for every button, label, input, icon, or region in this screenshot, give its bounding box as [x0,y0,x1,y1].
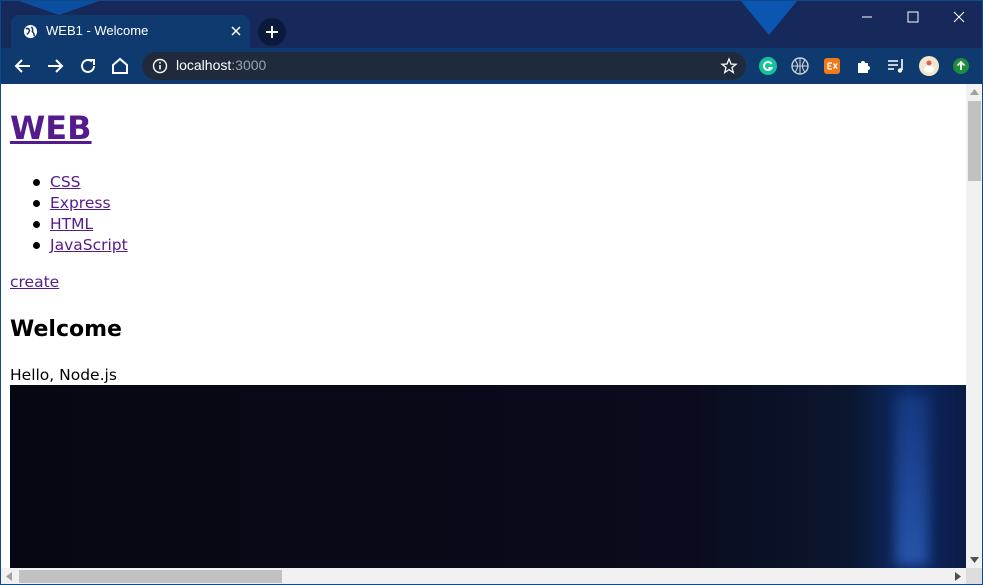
browser-tab[interactable]: WEB1 - Welcome [11,15,250,48]
minimize-button[interactable] [844,5,889,29]
puzzle-icon[interactable] [853,55,875,77]
list-item: Express [10,193,128,214]
topic-link-css[interactable]: CSS [50,173,81,191]
vertical-scrollbar[interactable] [966,84,982,568]
url-text[interactable]: localhost:3000 [176,57,266,73]
reload-icon[interactable] [76,54,100,78]
topic-list: CSS Express HTML JavaScript [10,172,128,256]
create-link[interactable]: create [10,272,59,292]
globe-icon [23,24,38,39]
new-tab-button[interactable] [258,18,286,46]
title-bar-decoration [19,1,99,15]
arrow-left-icon[interactable] [11,54,35,78]
list-item: CSS [10,172,128,193]
plus-icon [266,26,278,38]
topic-link-javascript[interactable]: JavaScript [50,236,128,254]
vertical-scroll-thumb[interactable] [968,101,981,181]
close-icon[interactable] [228,23,244,39]
info-icon[interactable] [152,58,168,74]
arrow-right-icon[interactable] [43,54,67,78]
update-icon[interactable] [950,55,972,77]
hello-image [10,385,966,568]
page-description: Hello, Node.js [10,366,117,384]
scroll-left-icon[interactable] [6,572,12,581]
topic-link-express[interactable]: Express [50,194,111,212]
translate-globe-icon[interactable] [789,55,811,77]
topic-link-html[interactable]: HTML [50,215,93,233]
page-title-link[interactable]: WEB [10,109,92,147]
image-light-streak [895,395,929,565]
title-bar: WEB1 - Welcome [1,1,982,48]
star-icon[interactable] [720,57,738,75]
title-bar-decoration [741,1,797,35]
scroll-down-icon[interactable] [970,557,979,563]
horizontal-scrollbar[interactable] [1,568,966,584]
scroll-right-icon[interactable] [955,572,961,581]
scrollbar-corner [966,568,982,584]
list-item: HTML [10,214,128,235]
ex-icon[interactable] [821,55,843,77]
home-icon[interactable] [108,54,132,78]
tab-title: WEB1 - Welcome [46,23,149,38]
url-port: :3000 [231,57,267,73]
reading-list-icon[interactable] [885,55,907,77]
page-heading: Welcome [10,317,122,342]
address-bar[interactable]: localhost:3000 [142,52,746,80]
scroll-up-icon[interactable] [970,89,979,95]
avatar-icon[interactable] [918,55,940,77]
list-item: JavaScript [10,235,128,256]
horizontal-scroll-thumb[interactable] [19,570,282,583]
browser-window: WEB1 - Welcome localhost:3000 WEB CSS Ex… [0,0,983,585]
page-viewport: WEB CSS Express HTML JavaScript create W… [1,84,966,568]
url-host: localhost [176,57,232,73]
maximize-button[interactable] [890,5,935,29]
grammarly-icon[interactable] [757,55,779,77]
browser-toolbar: localhost:3000 [1,48,982,84]
close-window-button[interactable] [936,5,981,29]
